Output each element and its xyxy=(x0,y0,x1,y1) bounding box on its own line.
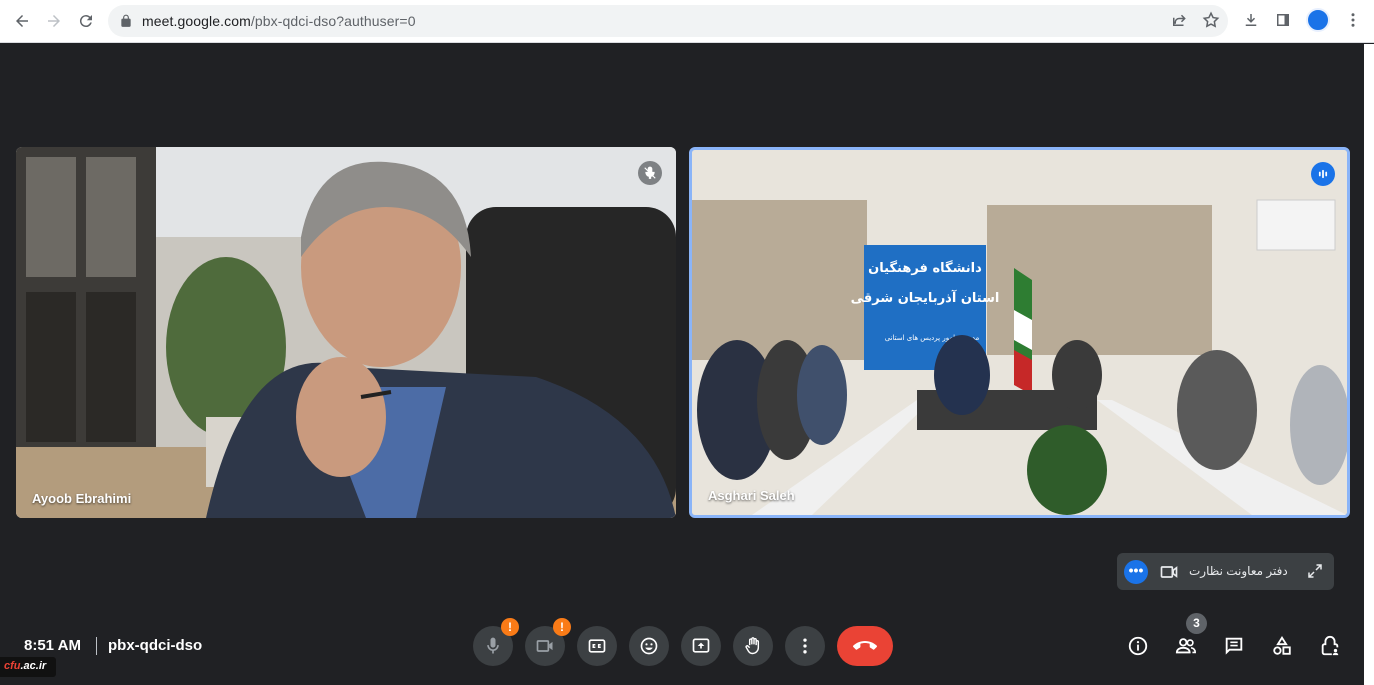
hand-icon xyxy=(745,637,760,655)
camera-alert-badge: ! xyxy=(553,618,571,636)
participant-name: Asghari Saleh xyxy=(708,488,795,503)
self-view-label: دفتر معاونت نظارت xyxy=(1189,564,1288,578)
participant-video xyxy=(16,147,676,518)
raise-hand-button[interactable] xyxy=(733,626,773,666)
banner-line-2: استان آذربایجان شرقی xyxy=(851,289,1000,306)
screen: meet.google.com/pbx-qdci-dso?authuser=0 xyxy=(0,0,1374,685)
banner-line-1: دانشگاه فرهنگیان xyxy=(868,260,982,276)
browser-toolbar: meet.google.com/pbx-qdci-dso?authuser=0 xyxy=(0,0,1374,43)
present-button[interactable] xyxy=(681,626,721,666)
meeting-time: 8:51 AM xyxy=(24,637,81,654)
captions-icon xyxy=(588,639,606,653)
page-edge xyxy=(1364,44,1374,685)
participant-tile[interactable]: Ayoob Ebrahimi xyxy=(16,147,676,518)
camera-button[interactable]: ! xyxy=(525,618,571,666)
profile-avatar[interactable] xyxy=(1306,8,1330,32)
participant-video: دانشگاه فرهنگیان استان آذربایجان شرقی مد… xyxy=(692,150,1347,515)
self-view-more-button[interactable]: ••• xyxy=(1124,560,1148,584)
reload-icon xyxy=(79,15,92,28)
lock-person-icon xyxy=(1321,635,1339,656)
camera-icon xyxy=(536,640,553,652)
camera-icon[interactable] xyxy=(1158,562,1180,582)
chat-icon xyxy=(1225,637,1243,655)
more-options-button[interactable] xyxy=(785,626,825,666)
side-panel-icon[interactable] xyxy=(1274,11,1292,29)
forward-button[interactable] xyxy=(38,5,70,37)
participant-count-badge: 3 xyxy=(1186,613,1207,634)
omnibox-actions xyxy=(1170,11,1220,29)
expand-icon[interactable] xyxy=(1306,562,1324,580)
people-icon xyxy=(1175,638,1196,654)
more-vert-icon xyxy=(803,638,807,654)
divider xyxy=(96,637,97,655)
meeting-details-button[interactable] xyxy=(1125,633,1151,659)
mic-off-icon xyxy=(644,166,656,179)
star-icon[interactable] xyxy=(1202,11,1220,29)
captions-button[interactable] xyxy=(577,626,617,666)
arrow-right-icon xyxy=(48,15,60,27)
more-vert-icon[interactable] xyxy=(1344,11,1362,29)
address-bar[interactable]: meet.google.com/pbx-qdci-dso?authuser=0 xyxy=(108,5,1228,37)
url-text: meet.google.com/pbx-qdci-dso?authuser=0 xyxy=(142,13,416,29)
share-icon[interactable] xyxy=(1170,11,1188,29)
download-icon[interactable] xyxy=(1242,11,1260,29)
emoji-button[interactable] xyxy=(629,626,669,666)
reload-button[interactable] xyxy=(70,5,102,37)
url-path: /pbx-qdci-dso?authuser=0 xyxy=(250,13,416,29)
activities-button[interactable] xyxy=(1269,633,1295,659)
leave-call-button[interactable] xyxy=(837,626,893,666)
emoji-icon xyxy=(640,637,658,655)
audio-level-icon xyxy=(1318,169,1328,179)
url-host: meet.google.com xyxy=(142,13,251,29)
chat-button[interactable] xyxy=(1221,633,1247,659)
participant-tile-active[interactable]: دانشگاه فرهنگیان استان آذربایجان شرقی مد… xyxy=(689,147,1350,518)
watermark-prefix: cfu xyxy=(4,660,21,672)
present-screen-icon xyxy=(692,638,710,653)
lock-icon xyxy=(121,14,131,27)
participants-button[interactable] xyxy=(1173,633,1199,659)
watermark-logo: cfu.ac.ir xyxy=(0,657,56,677)
activities-icon xyxy=(1273,636,1291,655)
host-controls-button[interactable] xyxy=(1317,633,1343,659)
mic-icon xyxy=(487,637,499,654)
self-view-tile[interactable]: ••• دفتر معاونت نظارت xyxy=(1117,553,1334,590)
arrow-left-icon xyxy=(16,15,28,27)
call-end-icon xyxy=(853,641,877,650)
meeting-code: pbx-qdci-dso xyxy=(108,637,203,654)
speaking-indicator xyxy=(1311,162,1335,186)
participant-name: Ayoob Ebrahimi xyxy=(32,491,132,506)
mic-button[interactable]: ! xyxy=(473,618,519,666)
back-button[interactable] xyxy=(6,5,38,37)
mic-alert-badge: ! xyxy=(501,618,519,636)
info-icon xyxy=(1128,636,1148,656)
watermark-suffix: .ac.ir xyxy=(20,660,47,672)
browser-actions xyxy=(1242,8,1362,32)
mic-off-indicator xyxy=(638,161,662,185)
